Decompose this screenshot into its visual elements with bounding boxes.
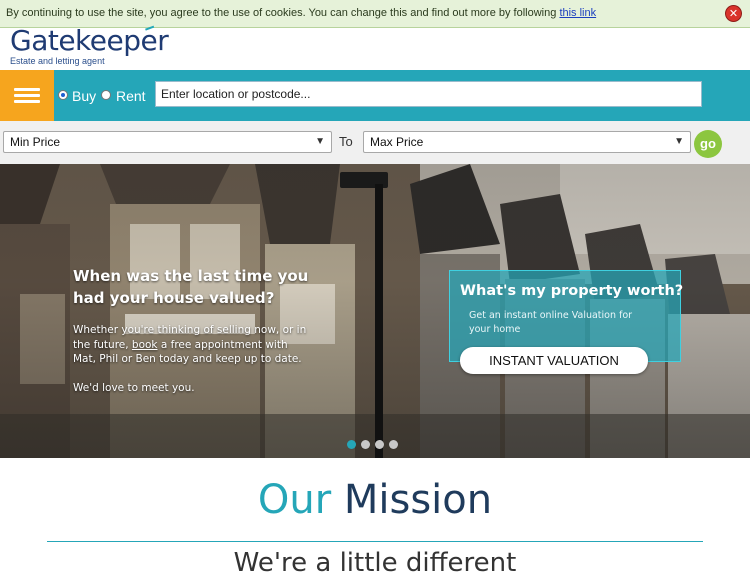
cookie-link[interactable]: this link [559,7,596,19]
hero-body: Whether you're thinking of selling now, … [73,323,313,367]
logo-tagline: Estate and letting agent [10,56,105,66]
logo-name: Gatekeeper [10,24,169,57]
menu-button[interactable] [0,70,54,121]
hamburger-menu-icon [14,88,40,104]
valuation-subtitle: Get an instant online Valuation for your… [469,310,633,335]
mission-title: Our Mission [0,476,750,524]
hero-title-line-2: had your house valued? [73,289,275,307]
lamp-post [375,184,383,458]
rent-radio-label[interactable]: Rent [116,88,146,104]
instant-valuation-button[interactable]: INSTANT VALUATION [460,347,648,374]
hero-slider: When was the last time you had your hous… [0,164,750,458]
price-filter-row: Min Price ▼ To Max Price ▼ go [0,121,750,164]
close-icon[interactable]: ✕ [726,6,741,21]
mission-title-mission: Mission [343,477,493,523]
hero-meet-text: We'd love to meet you. [73,381,195,394]
mission-subtitle: We're a little different [233,548,517,578]
cookie-message-text: By continuing to use the site, you agree… [6,7,557,19]
to-label: To [339,134,353,149]
hero-title-line-1: When was the last time you [73,267,309,285]
buy-radio-label[interactable]: Buy [72,88,96,104]
go-button[interactable]: go [694,130,722,158]
chevron-down-icon: ▼ [315,136,325,147]
min-price-select[interactable]: Min Price ▼ [3,131,332,153]
valuation-title: What's my property worth? [460,283,684,299]
mission-divider [47,541,703,542]
book-link[interactable]: book [132,339,158,351]
slider-dot[interactable] [375,440,384,449]
search-band: Buy Rent Enter location or postcode... [0,70,750,121]
slider-dot[interactable] [361,440,370,449]
cookie-message: By continuing to use the site, you agree… [6,7,596,19]
buy-radio[interactable] [58,90,68,100]
mission-title-our: Our [257,477,332,523]
max-price-value: Max Price [370,135,424,149]
max-price-select[interactable]: Max Price ▼ [363,131,691,153]
min-price-value: Min Price [10,135,61,149]
location-search-input[interactable]: Enter location or postcode... [155,81,702,107]
slider-dot[interactable] [389,440,398,449]
logo[interactable]: Gatekeeper Estate and letting agent [10,22,180,68]
chevron-down-icon: ▼ [674,136,684,147]
slider-dot[interactable] [347,440,356,449]
hero-title: When was the last time you had your hous… [73,265,313,309]
rent-radio[interactable] [101,90,111,100]
hero-copy: When was the last time you had your hous… [73,265,313,394]
